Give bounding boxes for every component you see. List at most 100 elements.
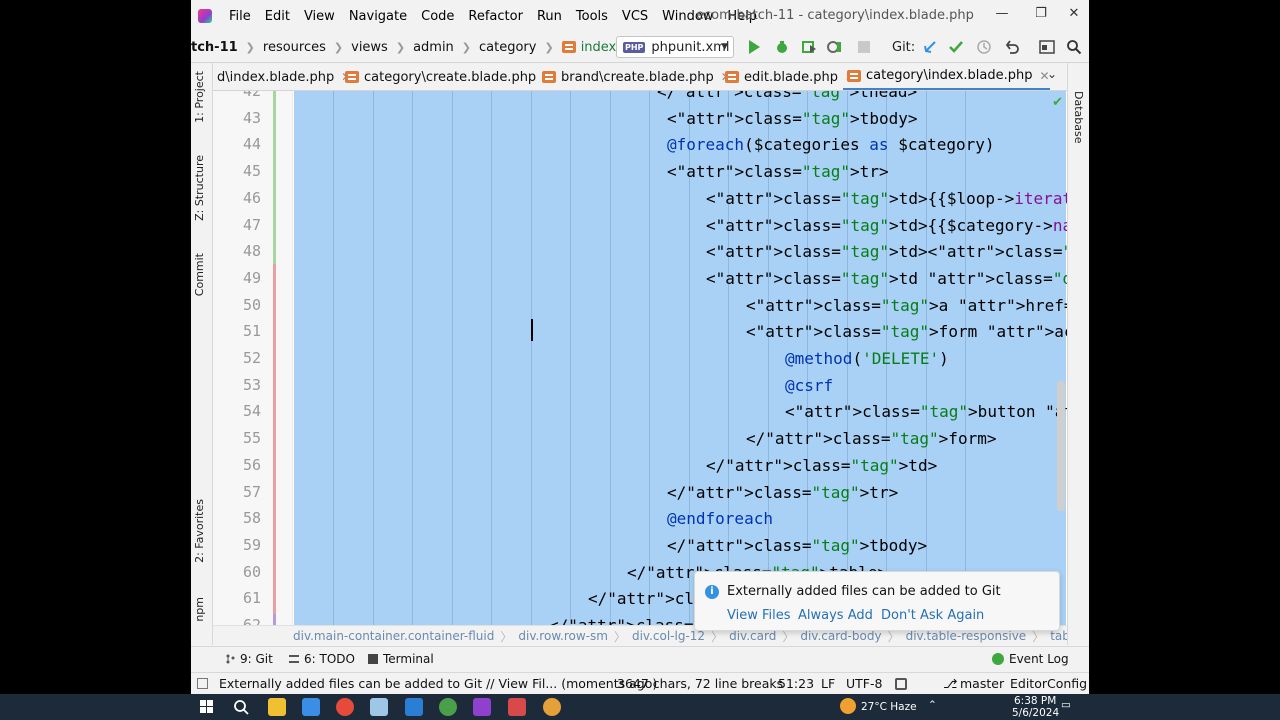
restore-icon[interactable]: ❐ <box>1027 3 1055 25</box>
status-caret-position[interactable]: 51:23 <box>778 676 814 691</box>
status-editorconfig[interactable]: EditorConfig <box>1010 676 1087 691</box>
menu-view[interactable]: View <box>297 9 342 24</box>
vscode-icon[interactable] <box>405 698 423 716</box>
run-configuration-select[interactable]: PHP phpunit.xml ▼ <box>616 36 734 58</box>
code-line[interactable]: 56 </"attr">class="tag">td> <box>213 452 1067 479</box>
view-files-link[interactable]: View Files <box>727 608 791 623</box>
status-line-separator[interactable]: LF <box>821 676 835 691</box>
coverage-icon[interactable] <box>801 39 817 55</box>
stop-icon[interactable] <box>857 40 871 54</box>
tab-index-blade[interactable]: d\index.blade.php ✕ <box>213 63 351 90</box>
code-line[interactable]: 44 @foreach($categories as $category) <box>213 131 1067 158</box>
menu-edit[interactable]: Edit <box>258 9 297 24</box>
menu-refactor[interactable]: Refactor <box>461 9 530 24</box>
git-commit-icon[interactable] <box>948 39 964 55</box>
menu-navigate[interactable]: Navigate <box>342 9 414 24</box>
editor-scrollbar[interactable] <box>1057 381 1065 511</box>
clock-time[interactable]: 6:38 PM <box>1014 695 1056 707</box>
code-line[interactable]: 55 </"attr">class="tag">form> <box>213 425 1067 452</box>
breadcrumb-admin[interactable]: admin <box>413 40 454 55</box>
tray-up-icon[interactable]: ⌃ <box>928 699 937 711</box>
code-line[interactable]: 43 <"attr">class="tag">tbody> <box>213 105 1067 132</box>
weather-text[interactable]: 27°C Haze <box>861 701 917 713</box>
store-icon[interactable] <box>302 698 320 716</box>
menu-file[interactable]: File <box>222 9 258 24</box>
status-message[interactable]: Externally added files can be added to G… <box>219 676 657 691</box>
app-icon[interactable] <box>370 698 388 716</box>
event-log-button[interactable]: Event Log <box>992 652 1069 666</box>
tab-category-index[interactable]: category\index.blade.php ✕ <box>843 63 1050 90</box>
tool-window-favorites[interactable]: 2: Favorites <box>193 499 206 563</box>
profile-icon[interactable] <box>827 39 843 55</box>
phpstorm-icon[interactable] <box>473 698 491 716</box>
breadcrumb-project[interactable]: tch-11 <box>191 40 238 55</box>
tool-window-commit[interactable]: Commit <box>193 253 206 296</box>
code-line[interactable]: 42 </"attr">class="tag">thead> <box>213 91 1067 105</box>
debug-icon[interactable] <box>774 39 790 55</box>
tool-window-database[interactable]: Database <box>1072 91 1085 144</box>
code-line[interactable]: 53 @csrf <box>213 372 1067 399</box>
file-explorer-icon[interactable] <box>268 698 286 716</box>
chevron-down-icon[interactable]: ⌄ <box>1047 67 1057 81</box>
code-line[interactable]: 54 <"attr">class="tag">button "attr">type… <box>213 398 1067 425</box>
chrome-icon[interactable] <box>336 698 354 716</box>
breadcrumb-item[interactable]: div.row.row-sm <box>518 629 608 643</box>
git-tool-button[interactable]: 9: Git <box>225 652 273 666</box>
tab-category-create[interactable]: category\create.blade.php ✕ <box>341 63 553 90</box>
code-line[interactable]: 51 <"attr">class="tag">form "attr">action… <box>213 318 1067 345</box>
lock-icon[interactable] <box>895 678 907 690</box>
search-icon[interactable] <box>233 699 249 715</box>
git-update-icon[interactable] <box>922 39 938 55</box>
menu-vcs[interactable]: VCS <box>615 9 655 24</box>
todo-tool-button[interactable]: 6: TODO <box>289 652 355 666</box>
code-line[interactable]: 46 <"attr">class="tag">td>{{$loop->iterat… <box>213 185 1067 212</box>
tool-window-project[interactable]: 1: Project <box>193 71 206 123</box>
breadcrumb-resources[interactable]: resources <box>263 40 326 55</box>
rollback-icon[interactable] <box>1004 39 1020 55</box>
tool-window-npm[interactable]: npm <box>193 597 206 622</box>
code-line[interactable]: 50 <"attr">class="tag">a "attr">href="{{r… <box>213 292 1067 319</box>
dont-ask-again-link[interactable]: Don't Ask Again <box>881 608 984 623</box>
code-line[interactable]: 57 </"attr">class="tag">tr> <box>213 479 1067 506</box>
code-line[interactable]: 48 <"attr">class="tag">td><"attr">class="… <box>213 238 1067 265</box>
menu-code[interactable]: Code <box>414 9 461 24</box>
app-icon[interactable] <box>508 698 526 716</box>
status-git-branch[interactable]: master <box>960 676 1004 691</box>
search-icon[interactable] <box>1066 39 1082 55</box>
breadcrumb-item[interactable]: div.table-responsive <box>906 629 1027 643</box>
code-line[interactable]: 47 <"attr">class="tag">td>{{$category->na… <box>213 212 1067 239</box>
tab-edit-blade[interactable]: edit.blade.php ✕ <box>721 63 855 90</box>
code-line[interactable]: 58 @endforeach <box>213 505 1067 532</box>
breadcrumb-item[interactable]: div.col-lg-12 <box>632 629 705 643</box>
breadcrumb-views[interactable]: views <box>351 40 388 55</box>
inspection-ok-icon[interactable]: ✔ <box>1052 95 1063 110</box>
code-line[interactable]: 59 </"attr">class="tag">tbody> <box>213 532 1067 559</box>
tool-window-structure[interactable]: Z: Structure <box>193 155 206 221</box>
breadcrumb-item[interactable]: div.main-container.container-fluid <box>293 629 494 643</box>
chrome-icon[interactable] <box>543 698 561 716</box>
always-add-link[interactable]: Always Add <box>798 608 873 623</box>
app-icon[interactable] <box>439 698 457 716</box>
breadcrumb-item[interactable]: div.card <box>729 629 776 643</box>
close-window-icon[interactable]: ✕ <box>1060 3 1088 25</box>
tool-windows-toggle-icon[interactable] <box>197 678 208 689</box>
code-editor[interactable]: 42 </"attr">class="tag">thead> 43 <"attr">c… <box>213 91 1067 625</box>
breadcrumb-category[interactable]: category <box>479 40 536 55</box>
menu-run[interactable]: Run <box>530 9 569 24</box>
clock-date[interactable]: 5/6/2024 <box>1012 707 1059 719</box>
minimize-icon[interactable]: — <box>988 3 1016 25</box>
tab-brand-create[interactable]: brand\create.blade.php ✕ <box>538 63 731 90</box>
breadcrumb-item[interactable]: table#basic-data <box>1050 629 1067 643</box>
status-encoding[interactable]: UTF-8 <box>846 676 882 691</box>
breadcrumb-item[interactable]: div.card-body <box>800 629 881 643</box>
windows-start-icon[interactable] <box>200 700 214 714</box>
project-structure-icon[interactable] <box>1039 39 1055 55</box>
code-line[interactable]: 52 @method('DELETE') <box>213 345 1067 372</box>
terminal-tool-button[interactable]: Terminal <box>368 652 434 666</box>
run-icon[interactable] <box>749 40 760 54</box>
code-line[interactable]: 49 <"attr">class="tag">td "attr">class="d… <box>213 265 1067 292</box>
history-icon[interactable] <box>976 39 992 55</box>
code-line[interactable]: 45 <"attr">class="tag">tr> <box>213 158 1067 185</box>
menu-tools[interactable]: Tools <box>569 9 615 24</box>
notification-center-icon[interactable]: ▭ <box>1061 699 1071 711</box>
